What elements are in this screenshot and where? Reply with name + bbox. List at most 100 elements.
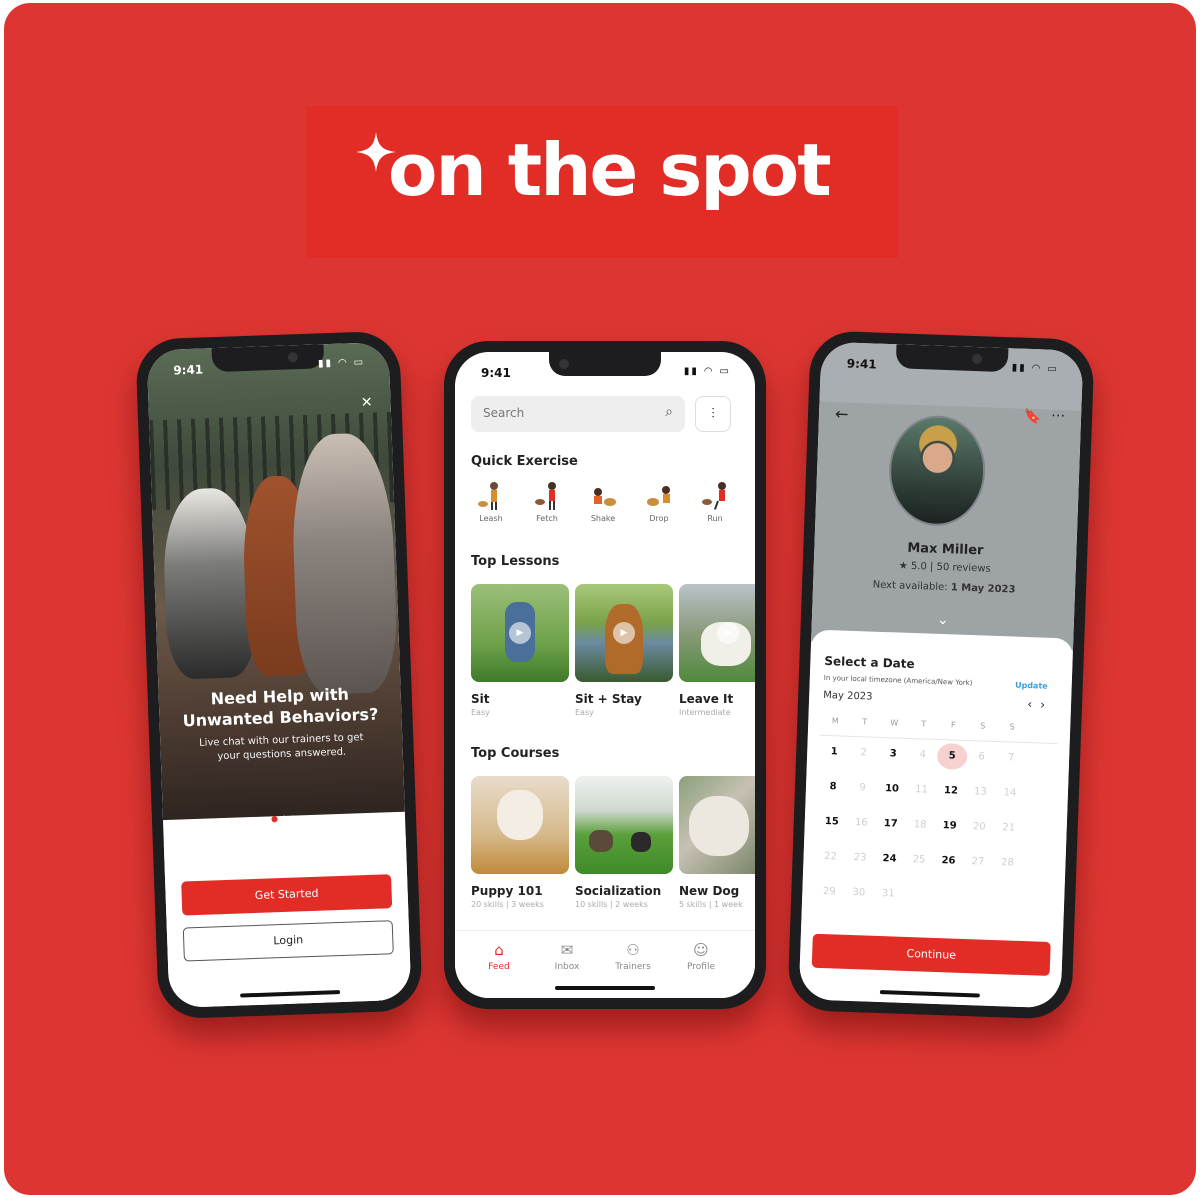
lesson-card[interactable]: ▶ Leave It Intermediate	[679, 584, 755, 717]
courses-carousel: Puppy 101 20 skills | 3 weeks Socializat…	[471, 776, 755, 926]
calendar-day: 28	[1000, 857, 1015, 869]
signal-icons: ▮▮ ◠ ▭	[1011, 362, 1059, 375]
calendar-day: 2	[860, 747, 868, 759]
play-icon[interactable]: ▶	[613, 622, 635, 644]
onboarding-screen: 9:41 ▮▮ ◠ ▭ ✕ Need Help with Unwanted Be…	[146, 341, 412, 1009]
search-input[interactable]: Search ⌕	[471, 396, 685, 432]
calendar-day: 18	[913, 819, 927, 831]
phone-booking: 9:41 ▮▮ ◠ ▭ ← 🔖 ⋯ Max Miller ★ 5.0 | 50 …	[787, 330, 1095, 1020]
course-title: Puppy 101	[471, 884, 543, 898]
exercise-label: Drop	[649, 514, 669, 523]
sheet-title: Select a Date	[824, 653, 915, 672]
exercise-leash[interactable]: Leash	[463, 480, 519, 523]
calendar-day: 31	[881, 888, 895, 900]
calendar-day: 21	[1002, 822, 1016, 834]
lesson-level: Easy	[471, 708, 490, 717]
course-card[interactable]: New Dog 5 skills | 1 week	[679, 776, 755, 909]
booking-screen: 9:41 ▮▮ ◠ ▭ ← 🔖 ⋯ Max Miller ★ 5.0 | 50 …	[798, 341, 1084, 1009]
phone-feed: 9:41 ▮▮ ◠ ▭ Search ⌕ ⫶ Quick Exercise Le…	[444, 341, 766, 1009]
exercise-fetch[interactable]: Fetch	[519, 480, 575, 523]
calendar-day: 29	[822, 886, 836, 898]
course-image	[679, 776, 755, 874]
exercise-label: Run	[707, 514, 723, 523]
dogs-figure	[631, 832, 651, 852]
course-meta: 20 skills | 3 weeks	[471, 900, 544, 909]
bookmark-icon[interactable]: 🔖	[1023, 409, 1041, 426]
chevron-right-icon[interactable]: ›	[1040, 697, 1053, 711]
tab-label: Feed	[488, 962, 510, 972]
month-nav: ‹›	[1027, 697, 1053, 712]
lesson-level: Intermediate	[679, 708, 731, 717]
feed-screen: 9:41 ▮▮ ◠ ▭ Search ⌕ ⫶ Quick Exercise Le…	[455, 352, 755, 998]
exercise-label: Shake	[590, 514, 616, 523]
tab-profile[interactable]: ☺ Profile	[671, 941, 731, 972]
tab-inbox[interactable]: ✉ Inbox	[537, 941, 597, 972]
brand-logo: on the spot	[306, 106, 898, 258]
more-icon[interactable]: ⋯	[1051, 408, 1066, 424]
chevron-left-icon[interactable]: ‹	[1027, 697, 1040, 711]
signal-icons: ▮▮ ◠ ▭	[683, 366, 731, 377]
play-icon[interactable]: ▶	[717, 622, 739, 644]
tab-feed[interactable]: ⌂ Feed	[469, 941, 529, 972]
course-meta: 10 skills | 2 weeks	[575, 900, 648, 909]
calendar-day: 6	[978, 751, 986, 763]
calendar-day[interactable]: 15	[817, 816, 847, 828]
calendar-day[interactable]: 19	[935, 820, 965, 832]
calendar-day: 30	[852, 887, 866, 899]
calendar-day-selected[interactable]: 5	[936, 742, 968, 770]
exercise-shake[interactable]: Shake	[575, 480, 631, 523]
hero-text: Need Help with Unwanted Behaviors? Live …	[158, 682, 403, 766]
home-icon: ⌂	[494, 941, 504, 959]
update-link[interactable]: Update	[1015, 681, 1048, 691]
continue-button[interactable]: Continue	[811, 933, 1051, 976]
calendar-grid: MTWTFSS 1 2 3 4 5 6 7 8 9 10 11 12 13 14 15 16 17 18 19 20 2…	[813, 715, 1059, 929]
lesson-image: ▶	[575, 584, 673, 682]
calendar-month: May 2023	[823, 689, 873, 703]
search-placeholder: Search	[483, 406, 525, 420]
exercise-label: Leash	[479, 514, 503, 523]
sliders-icon: ⫶	[711, 406, 715, 422]
calendar-day[interactable]: 12	[936, 785, 966, 797]
people-icon: ⚇	[626, 941, 640, 959]
course-image	[471, 776, 569, 874]
calendar-day[interactable]: 17	[876, 818, 906, 830]
calendar-day[interactable]: 10	[877, 783, 907, 795]
husky	[161, 486, 259, 680]
course-card[interactable]: Puppy 101 20 skills | 3 weeks	[471, 776, 569, 909]
weekday-label: T	[862, 717, 868, 727]
close-icon[interactable]: ✕	[361, 395, 373, 411]
calendar-day[interactable]: 24	[874, 853, 904, 865]
calendar-day[interactable]: 3	[878, 748, 908, 760]
next-available-date: 1 May 2023	[950, 582, 1016, 596]
exercise-label: Fetch	[536, 514, 558, 523]
calendar-day[interactable]: 26	[933, 855, 963, 867]
tab-trainers[interactable]: ⚇ Trainers	[603, 941, 663, 972]
lesson-card[interactable]: ▶ Sit Easy	[471, 584, 569, 717]
calendar-day: 27	[971, 856, 985, 868]
timezone-note: In your local timezone (America/New York…	[823, 673, 973, 688]
leash-icon	[476, 480, 506, 510]
back-arrow-icon[interactable]: ←	[835, 404, 849, 423]
course-card[interactable]: Socialization 10 skills | 2 weeks	[575, 776, 673, 909]
exercise-drop[interactable]: Drop	[631, 480, 687, 523]
play-icon[interactable]: ▶	[509, 622, 531, 644]
filter-button[interactable]: ⫶	[695, 396, 731, 432]
calendar-day: 11	[914, 784, 929, 796]
drop-icon	[644, 480, 674, 510]
weekday-label: M	[831, 716, 839, 726]
tab-label: Inbox	[554, 962, 580, 972]
hero-title: Need Help with Unwanted Behaviors?	[182, 684, 379, 731]
calendar-day[interactable]: 1	[819, 746, 849, 758]
weekday-label: W	[890, 718, 899, 728]
calendar-day[interactable]: 8	[818, 781, 848, 793]
tab-label: Trainers	[615, 962, 651, 972]
lesson-title: Sit + Stay	[575, 692, 642, 706]
lesson-card[interactable]: ▶ Sit + Stay Easy	[575, 584, 673, 717]
top-lessons-title: Top Lessons	[471, 554, 560, 569]
exercise-run[interactable]: Run	[687, 480, 743, 523]
signal-icons: ▮▮ ◠ ▭	[317, 356, 366, 370]
course-image	[575, 776, 673, 874]
date-picker-sheet: Select a Date In your local timezone (Am…	[798, 629, 1074, 1009]
tab-bar: ⌂ Feed ✉ Inbox ⚇ Trainers ☺ Profile	[455, 930, 755, 998]
lesson-level: Easy	[575, 708, 594, 717]
